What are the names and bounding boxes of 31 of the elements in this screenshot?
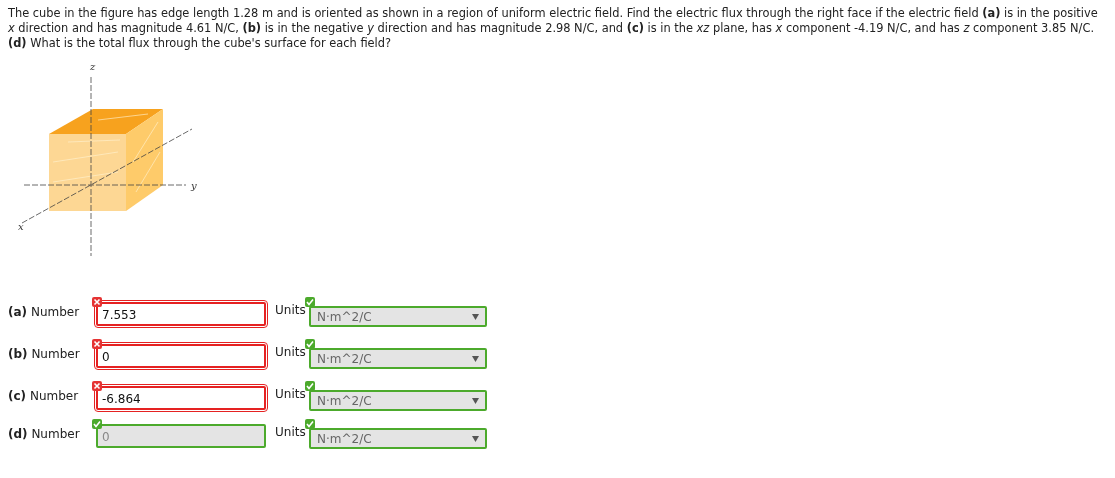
part-label: (c) Number xyxy=(8,388,80,403)
number-field[interactable]: -6.864 xyxy=(96,386,266,410)
part-label: (d) Number xyxy=(8,426,81,441)
units-label: Units xyxy=(275,386,307,401)
units-dropdown[interactable]: N·m^2/C xyxy=(309,390,487,411)
cross-icon xyxy=(92,297,102,307)
number-field[interactable]: 7.553 xyxy=(96,302,266,326)
axis-label: x xyxy=(18,221,24,232)
question-text: The cube in the figure has edge length 1.28 m and is oriented as shown in a region of uniform electric field. Find the electric flux through the right face if the electric field (a) is in the positive x direction and has magnitude 4.61 N/C, (b) is in the negative y direction and has magnitude 2.98 N/C, and (c) is in the xz plane, has x component -4.19 N/C, and has z component 3.85 N/C. (d) What is the total flux through the cube's surface for each field? xyxy=(8,6,1099,51)
axis-label: z xyxy=(90,61,96,72)
units-label: Units xyxy=(275,344,307,359)
check-icon xyxy=(305,381,315,391)
check-icon xyxy=(305,297,315,307)
caret-icon xyxy=(472,435,479,442)
caret-icon xyxy=(472,397,479,404)
check-icon xyxy=(305,339,315,349)
part-label: (a) Number xyxy=(8,304,81,319)
axis-label: y xyxy=(191,180,197,191)
cross-icon xyxy=(92,339,102,349)
check-icon xyxy=(305,419,315,429)
number-field: 0 xyxy=(96,424,266,448)
part-label: (b) Number xyxy=(8,346,81,361)
caret-icon xyxy=(472,313,479,320)
units-label: Units xyxy=(275,302,307,317)
units-dropdown[interactable]: N·m^2/C xyxy=(309,348,487,369)
cross-icon xyxy=(92,381,102,391)
units-label: Units xyxy=(275,424,307,439)
check-icon xyxy=(92,419,102,429)
caret-icon xyxy=(472,355,479,362)
number-field[interactable]: 0 xyxy=(96,344,266,368)
units-dropdown[interactable]: N·m^2/C xyxy=(309,306,487,327)
